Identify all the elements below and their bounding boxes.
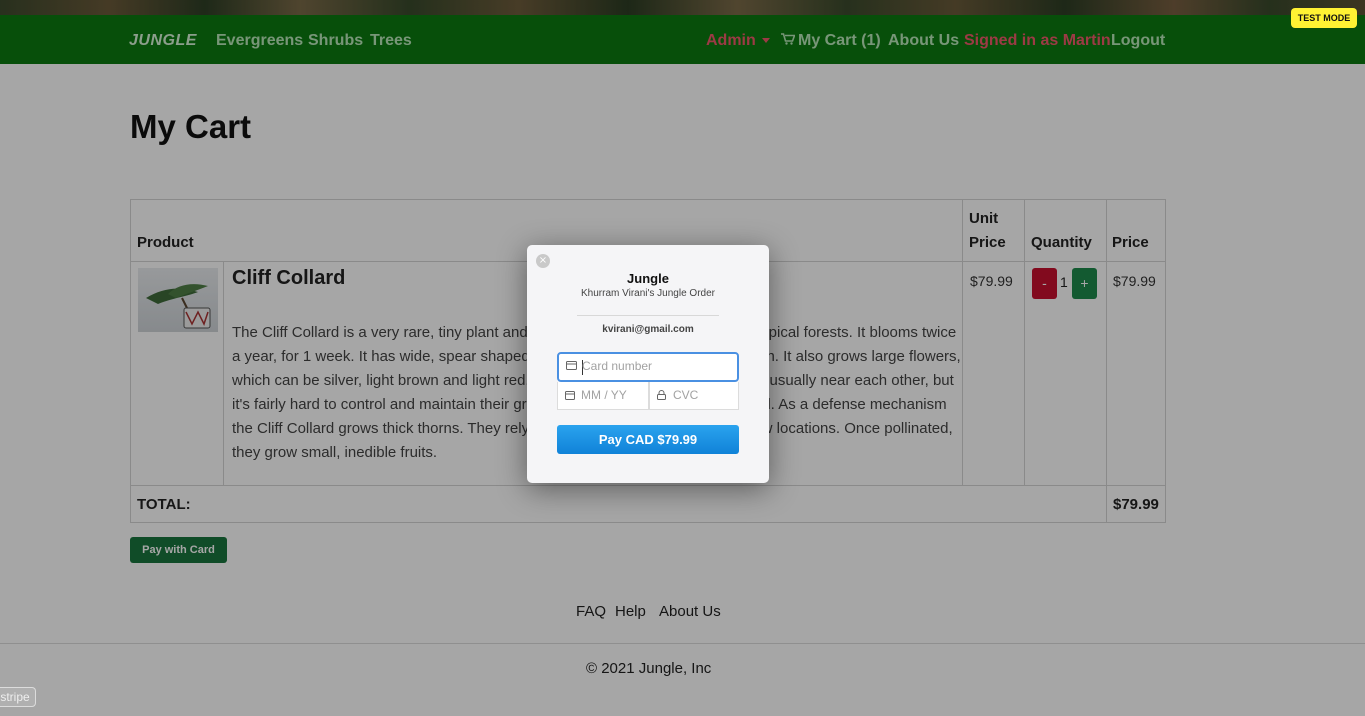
test-mode-badge: TEST MODE	[1291, 8, 1357, 28]
modal-email[interactable]: kvirani@gmail.com	[527, 324, 769, 335]
modal-title: Jungle	[627, 271, 669, 286]
pay-button[interactable]: Pay CAD $79.99	[557, 425, 739, 454]
modal-subtitle: Khurram Virani's Jungle Order	[580, 288, 715, 299]
stripe-badge[interactable]: stripe	[0, 687, 36, 707]
card-number-placeholder: Card number	[582, 359, 653, 373]
expiry-input[interactable]: MM / YY	[557, 382, 649, 410]
cvc-input[interactable]: CVC	[649, 382, 739, 410]
modal-divider	[577, 315, 719, 316]
cvc-placeholder: CVC	[673, 388, 699, 402]
stripe-checkout-modal: × Jungle Khurram Virani's Jungle Order k…	[527, 245, 769, 483]
calendar-icon	[565, 390, 575, 403]
card-number-input[interactable]: Card number	[557, 352, 739, 382]
lock-icon	[657, 390, 666, 403]
expiry-placeholder: MM / YY	[581, 388, 627, 402]
close-icon[interactable]: ×	[536, 254, 550, 268]
credit-card-icon	[566, 361, 577, 373]
